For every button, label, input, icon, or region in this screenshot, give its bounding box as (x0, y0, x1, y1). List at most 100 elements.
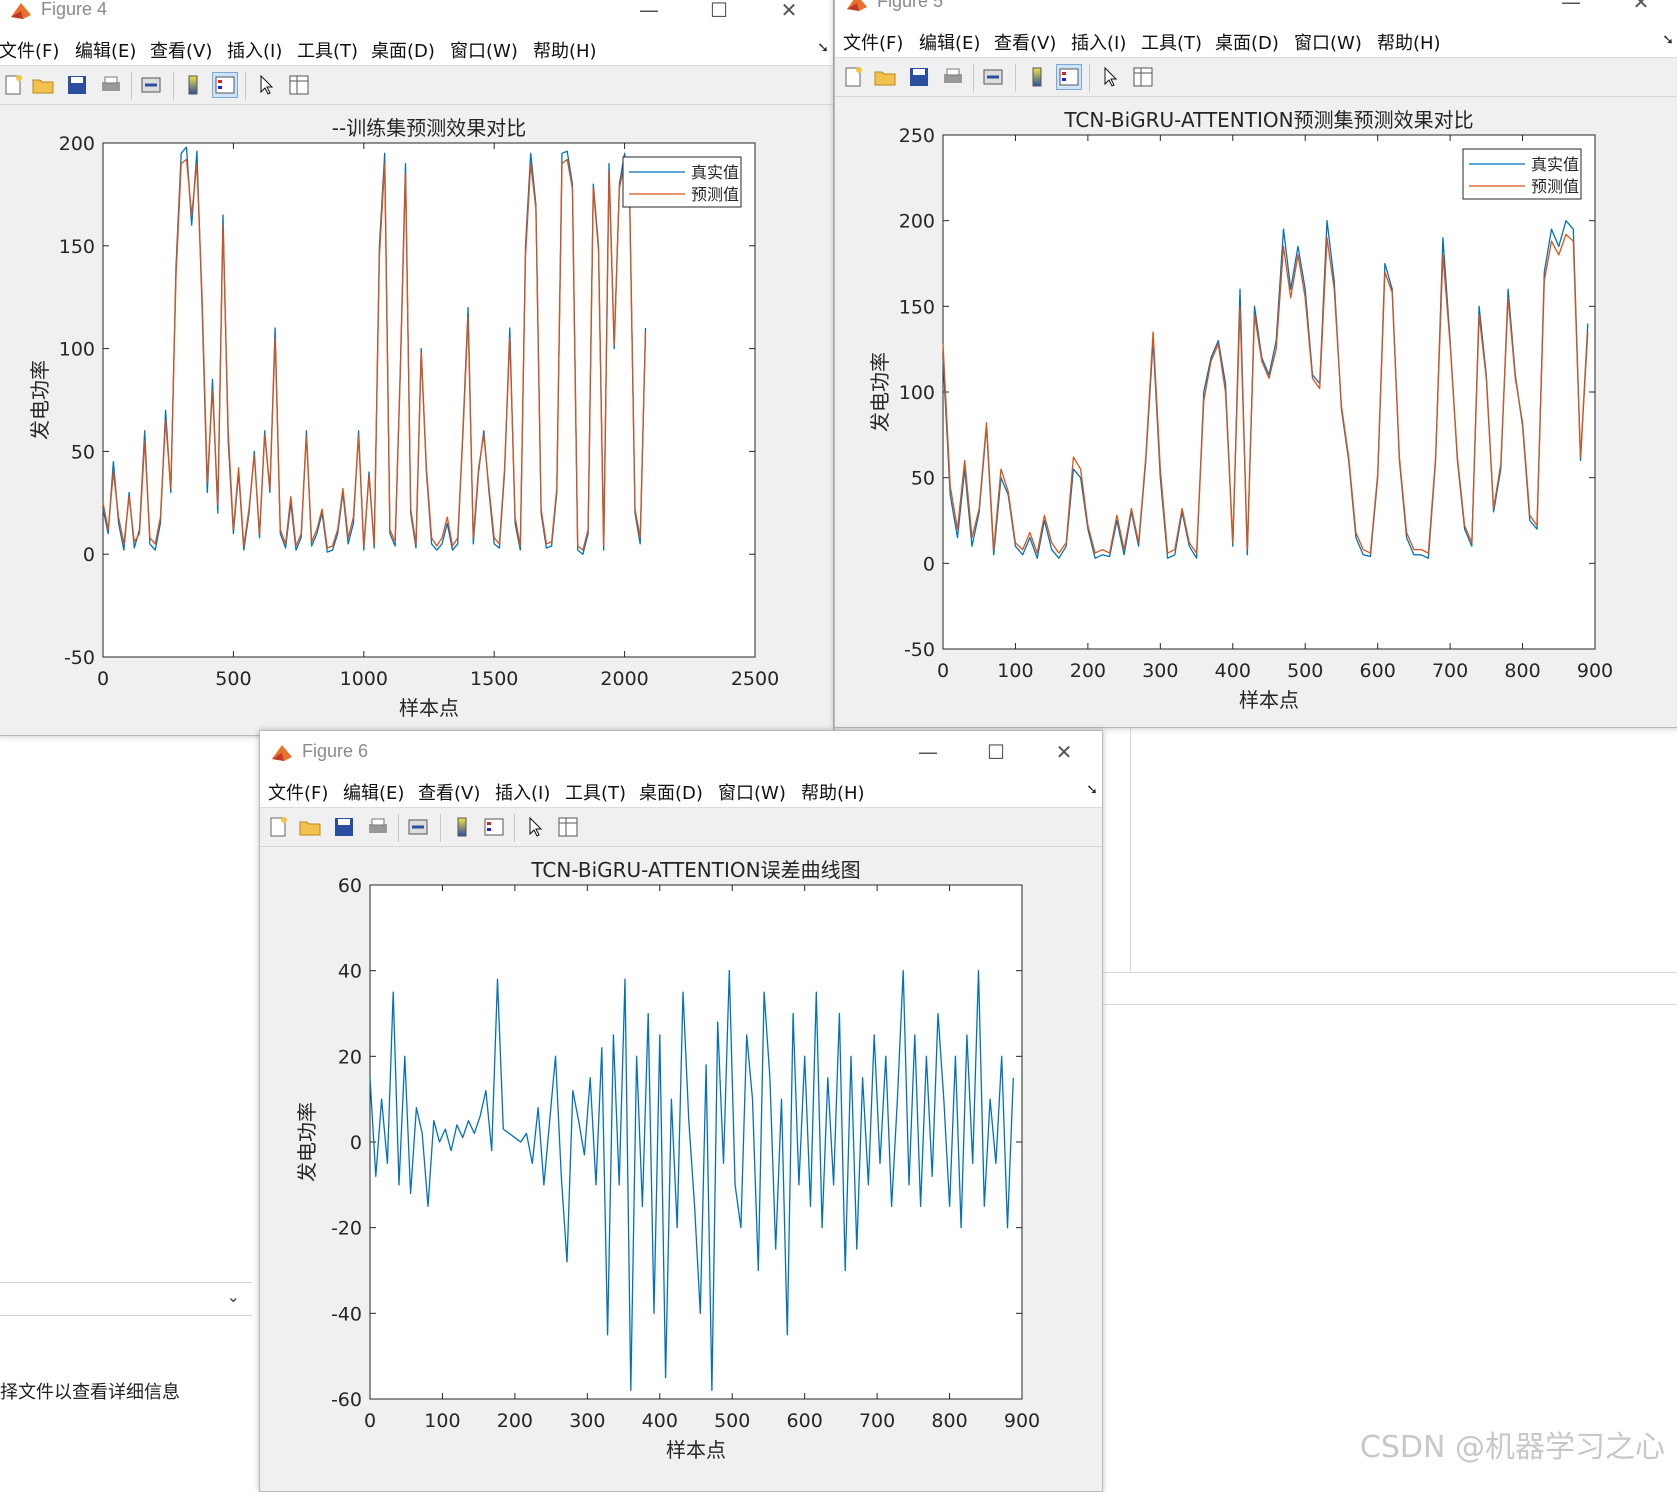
matlab-icon (847, 0, 867, 11)
x-tick-label: 200 (497, 1410, 533, 1432)
new-file-icon[interactable] (266, 815, 290, 839)
maximize-icon[interactable]: ☐ (699, 0, 739, 27)
minimize-icon[interactable]: — (1551, 0, 1591, 19)
legend-label-0: 真实值 (1531, 155, 1579, 174)
figure-6-window[interactable]: Figure 6 — ☐ ✕ 文件(F) 编辑(E) 查看(V) 插入(I) 工… (259, 730, 1103, 1492)
menu-file[interactable]: 文件(F) (0, 37, 59, 63)
print-icon[interactable] (99, 73, 123, 97)
pointer-icon[interactable] (255, 73, 279, 97)
x-tick-label: 200 (1070, 660, 1106, 682)
bg-divider-h (1100, 972, 1677, 973)
pointer-icon[interactable] (524, 815, 548, 839)
property-editor-icon[interactable] (287, 73, 311, 97)
menu-help[interactable]: 帮助(H) (533, 37, 597, 63)
close-icon[interactable]: ✕ (1621, 0, 1661, 19)
matlab-icon (11, 3, 31, 19)
new-file-icon[interactable] (1, 73, 25, 97)
y-tick-label: 150 (59, 236, 95, 258)
figure-4-window[interactable]: Figure 4 — ☐ ✕ 文件(F) 编辑(E) 查看(V) 插入(I) 工… (0, 0, 834, 736)
menu-tools[interactable]: 工具(T) (1141, 29, 1202, 55)
legend-label-1: 预测值 (1531, 177, 1579, 196)
y-tick-label: 0 (83, 544, 95, 566)
window-title: Figure 5 (877, 0, 944, 11)
legend-icon[interactable] (212, 72, 238, 98)
toolbar-separator (131, 72, 132, 100)
menu-window[interactable]: 窗口(W) (450, 37, 518, 63)
axes-box (102, 142, 756, 658)
minimize-icon[interactable]: — (629, 0, 669, 27)
menu-insert[interactable]: 插入(I) (227, 37, 282, 63)
menu-tools[interactable]: 工具(T) (565, 779, 626, 805)
menu-edit[interactable]: 编辑(E) (75, 37, 136, 63)
open-folder-icon[interactable] (31, 73, 55, 97)
menu-view[interactable]: 查看(V) (418, 779, 480, 805)
menu-help[interactable]: 帮助(H) (1377, 29, 1441, 55)
explorer-combo[interactable]: ⌄ (0, 1282, 252, 1316)
x-tick-label: 600 (787, 1410, 823, 1432)
legend-label-1: 预测值 (691, 185, 739, 204)
pointer-icon[interactable] (1099, 65, 1123, 89)
menu-view[interactable]: 查看(V) (150, 37, 212, 63)
figure-5-window[interactable]: Figure 5 — ✕ 文件(F) 编辑(E) 查看(V) 插入(I) 工具(… (834, 0, 1677, 728)
legend-icon[interactable] (1056, 64, 1082, 90)
menu-view[interactable]: 查看(V) (994, 29, 1056, 55)
minimize-icon[interactable]: — (908, 735, 948, 769)
link-plot-icon[interactable] (406, 815, 430, 839)
menu-desktop[interactable]: 桌面(D) (639, 779, 703, 805)
dock-arrow-icon[interactable]: ➘ (1662, 32, 1674, 48)
link-plot-icon[interactable] (139, 73, 163, 97)
save-icon[interactable] (907, 65, 931, 89)
title-bar[interactable]: Figure 4 — ☐ ✕ (0, 0, 833, 33)
menu-tools[interactable]: 工具(T) (297, 37, 358, 63)
chevron-down-icon[interactable]: ⌄ (227, 1287, 240, 1306)
menu-file[interactable]: 文件(F) (843, 29, 903, 55)
close-icon[interactable]: ✕ (1044, 735, 1084, 769)
bg-divider-h2 (1100, 1004, 1677, 1005)
property-editor-icon[interactable] (1131, 65, 1155, 89)
y-tick-label: -50 (904, 639, 935, 661)
menu-desktop[interactable]: 桌面(D) (371, 37, 435, 63)
new-file-icon[interactable] (841, 65, 865, 89)
title-bar[interactable]: Figure 6 — ☐ ✕ (260, 731, 1102, 775)
menu-edit[interactable]: 编辑(E) (919, 29, 980, 55)
x-tick-label: 1000 (340, 668, 388, 690)
save-icon[interactable] (332, 815, 356, 839)
legend-icon[interactable] (482, 815, 506, 839)
x-tick-label: 0 (97, 668, 109, 690)
y-tick-label: 0 (923, 553, 935, 575)
y-tick-label: 40 (338, 961, 362, 983)
menu-insert[interactable]: 插入(I) (1071, 29, 1126, 55)
link-plot-icon[interactable] (981, 65, 1005, 89)
print-icon[interactable] (366, 815, 390, 839)
menu-file[interactable]: 文件(F) (268, 779, 328, 805)
save-icon[interactable] (65, 73, 89, 97)
menu-help[interactable]: 帮助(H) (801, 779, 865, 805)
x-tick-label: 0 (937, 660, 949, 682)
title-bar[interactable]: Figure 5 — ✕ (835, 0, 1677, 25)
dock-arrow-icon[interactable]: ➘ (1086, 782, 1098, 798)
close-icon[interactable]: ✕ (769, 0, 809, 27)
toolbar-separator (440, 814, 441, 842)
y-tick-label: 0 (350, 1132, 362, 1154)
open-folder-icon[interactable] (873, 65, 897, 89)
colorbar-icon[interactable] (450, 815, 474, 839)
print-icon[interactable] (941, 65, 965, 89)
open-folder-icon[interactable] (298, 815, 322, 839)
y-tick-label: 100 (59, 339, 95, 361)
menu-edit[interactable]: 编辑(E) (343, 779, 404, 805)
menu-window[interactable]: 窗口(W) (718, 779, 786, 805)
x-axis-label: 样本点 (666, 1438, 726, 1462)
menu-desktop[interactable]: 桌面(D) (1215, 29, 1279, 55)
maximize-icon[interactable]: ☐ (976, 735, 1016, 769)
dock-arrow-icon[interactable]: ➘ (817, 40, 829, 56)
window-title: Figure 6 (302, 741, 369, 761)
colorbar-icon[interactable] (181, 73, 205, 97)
colorbar-icon[interactable] (1025, 65, 1049, 89)
menu-window[interactable]: 窗口(W) (1294, 29, 1362, 55)
property-editor-icon[interactable] (556, 815, 580, 839)
axes-box (369, 884, 1023, 1400)
y-tick-label: -60 (331, 1389, 362, 1411)
y-axis-label: 发电功率 (868, 352, 892, 432)
menu-insert[interactable]: 插入(I) (495, 779, 550, 805)
x-axis-label: 样本点 (399, 696, 459, 720)
